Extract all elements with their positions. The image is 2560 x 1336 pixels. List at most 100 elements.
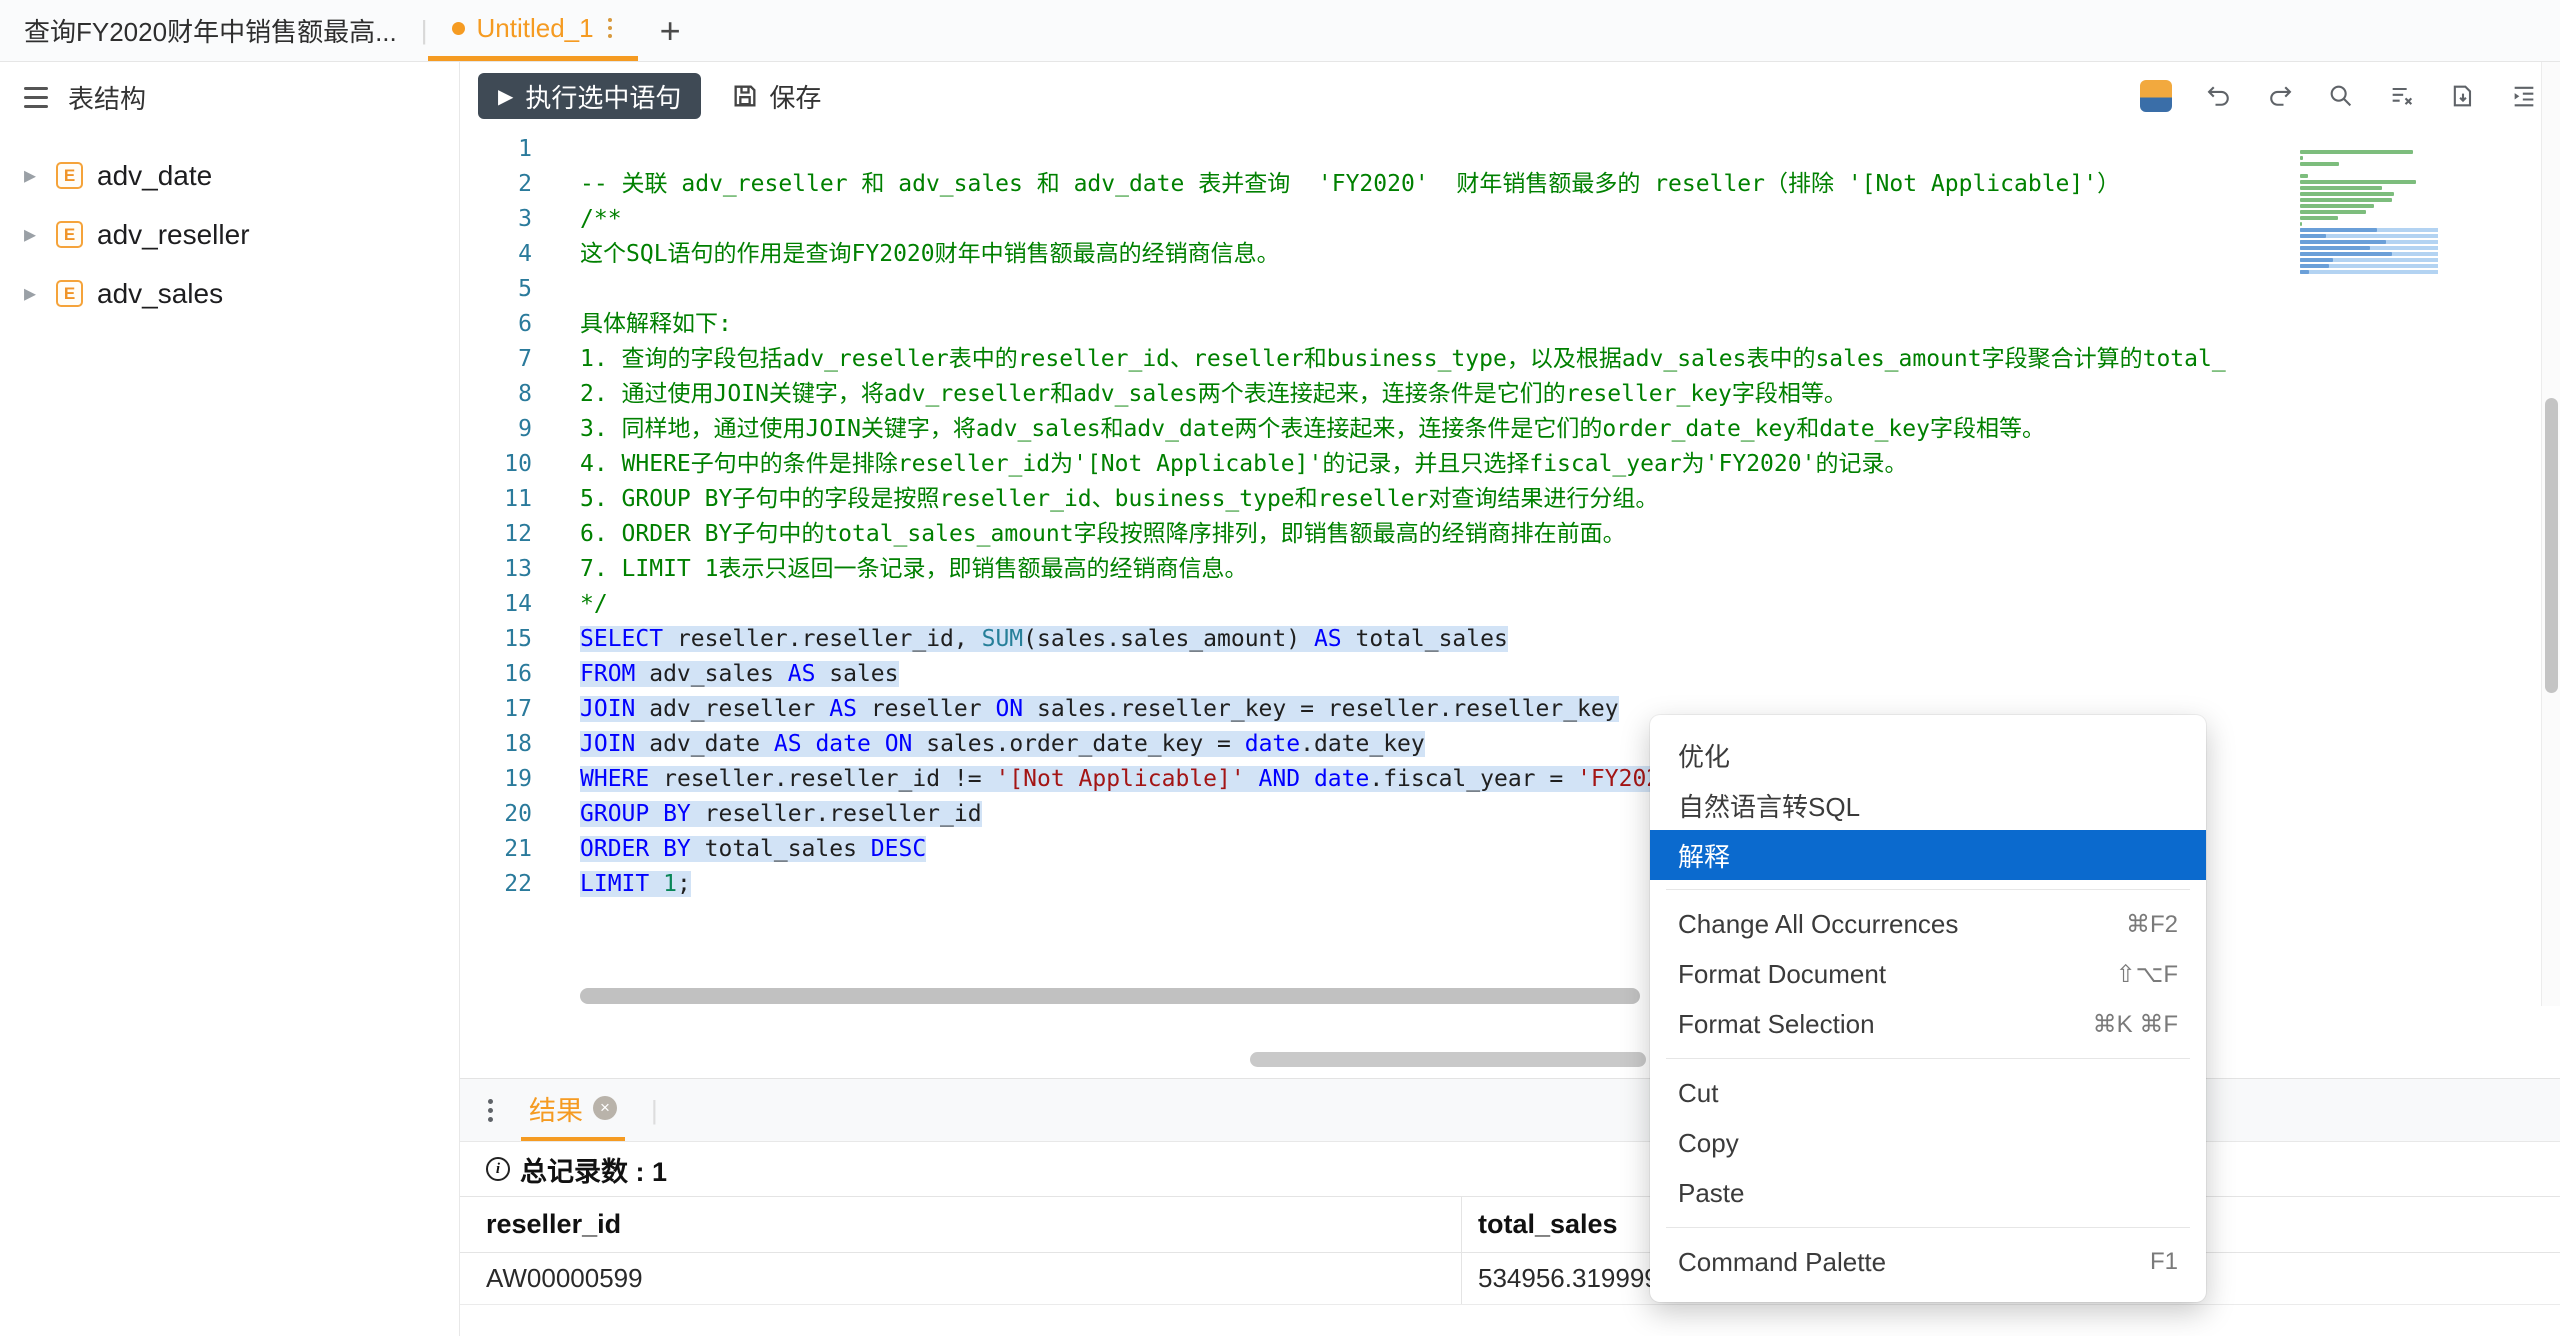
tab-bar: 查询FY2020财年中销售额最高... | Untitled_1 +	[0, 0, 2560, 62]
sidebar-item-adv_date[interactable]: ▸ Eadv_date	[0, 146, 459, 205]
tab-options-icon[interactable]	[606, 18, 614, 38]
minimap-line	[2300, 204, 2438, 208]
editor-line[interactable]: 1. 查询的字段包括adv_reseller表中的reseller_id、res…	[580, 342, 2294, 377]
editor-line[interactable]: -- 关联 adv_reseller 和 adv_sales 和 adv_dat…	[580, 167, 2294, 202]
sidebar-item-adv_reseller[interactable]: ▸ Eadv_reseller	[0, 205, 459, 264]
minimap-line-bar	[2300, 204, 2374, 208]
editor-line[interactable]: 2. 通过使用JOIN关键字，将adv_reseller和adv_sales两个…	[580, 377, 2294, 412]
editor-line[interactable]: /**	[580, 202, 2294, 237]
minimap[interactable]	[2300, 144, 2438, 276]
tab-query-fy2020[interactable]: 查询FY2020财年中销售额最高...	[0, 0, 421, 61]
sql-editor[interactable]: 1 2 3 4 5 6 7 8 9 10 11 12 13 14 15 16 17 18 19 20 21 22 -- 关…	[460, 130, 2560, 986]
menu-item-1[interactable]: 自然语言转SQL	[1650, 780, 2206, 830]
clear-format-icon[interactable]	[2388, 82, 2416, 110]
table-list: ▸ Eadv_date ▸ Eadv_reseller ▸ Eadv_sales	[0, 132, 459, 323]
tab-label: 查询FY2020财年中销售额最高...	[24, 17, 397, 47]
horizontal-scrollbar-thumb[interactable]	[580, 988, 1640, 1004]
line-content: GROUP BY reseller.reseller_id	[580, 801, 982, 827]
chevron-right-icon[interactable]: ▸	[18, 161, 42, 190]
redo-icon[interactable]	[2266, 82, 2294, 110]
line-number: 11	[504, 486, 532, 512]
menu-item-9[interactable]: Copy	[1650, 1118, 2206, 1168]
chevron-right-icon[interactable]: ▸	[18, 279, 42, 308]
menu-item-5[interactable]: Format Document ⇧⌥F	[1650, 949, 2206, 999]
minimap-line	[2300, 150, 2438, 154]
editor-line[interactable]: SELECT reseller.reseller_id, SUM(sales.s…	[580, 622, 2294, 657]
editor-line[interactable]	[580, 272, 2294, 307]
minimap-line	[2300, 192, 2438, 196]
context-menu: 优化 自然语言转SQL 解释 Change All Occurrences ⌘F2 For…	[1650, 715, 2206, 1302]
toolbar-right-icons	[2140, 80, 2560, 112]
horizontal-scrollbar[interactable]	[460, 986, 2540, 1006]
line-number: 22	[504, 871, 532, 897]
editor-line[interactable]: 4. WHERE子句中的条件是排除reseller_id为'[Not Appli…	[580, 447, 2294, 482]
minimap-line-bar	[2300, 192, 2395, 196]
editor-line[interactable]: 7. LIMIT 1表示只返回一条记录，即销售额最高的经销商信息。	[580, 552, 2294, 587]
execute-selected-button[interactable]: ▶ 执行选中语句	[478, 73, 702, 119]
results-header: 结果 × |	[460, 1078, 2560, 1142]
table-name: adv_sales	[97, 277, 224, 309]
chevron-right-icon[interactable]: ▸	[18, 220, 42, 249]
line-content: */	[580, 591, 608, 617]
user-avatar[interactable]	[2140, 80, 2172, 112]
minimap-line	[2300, 258, 2438, 262]
line-content: 具体解释如下:	[580, 311, 732, 337]
results-tab[interactable]: 结果 ×	[521, 1079, 625, 1141]
close-results-icon[interactable]: ×	[593, 1096, 617, 1120]
editor-line[interactable]: 这个SQL语句的作用是查询FY2020财年中销售额最高的经销商信息。	[580, 237, 2294, 272]
editor-line[interactable]: 5. GROUP BY子句中的字段是按照reseller_id、business…	[580, 482, 2294, 517]
menu-item-2[interactable]: 解释	[1650, 830, 2206, 880]
save-label: 保存	[769, 82, 822, 113]
editor-line[interactable]: FROM adv_sales AS sales	[580, 657, 2294, 692]
menu-item-4[interactable]: Change All Occurrences ⌘F2	[1650, 899, 2206, 949]
minimap-line	[2300, 180, 2438, 184]
vertical-scrollbar-thumb[interactable]	[2545, 398, 2558, 693]
search-icon[interactable]	[2327, 82, 2355, 110]
menu-item-10[interactable]: Paste	[1650, 1168, 2206, 1218]
editor-line[interactable]	[580, 132, 2294, 167]
line-content: JOIN adv_date AS date ON sales.order_dat…	[580, 731, 1425, 757]
results-menu-icon[interactable]	[486, 1098, 495, 1122]
hamburger-icon[interactable]	[24, 86, 48, 108]
line-content: /**	[580, 206, 622, 232]
undo-icon[interactable]	[2205, 82, 2233, 110]
menu-item-8[interactable]: Cut	[1650, 1068, 2206, 1118]
minimap-line	[2300, 264, 2438, 268]
new-tab-button[interactable]: +	[660, 12, 681, 49]
minimap-line	[2300, 198, 2438, 202]
menu-item-6[interactable]: Format Selection ⌘K ⌘F	[1650, 999, 2206, 1049]
table-name: adv_date	[97, 159, 213, 191]
editor-line[interactable]: 3. 同样地，通过使用JOIN关键字，将adv_sales和adv_date两个…	[580, 412, 2294, 447]
tab-separator: |	[420, 15, 428, 45]
table-row[interactable]: AW00000599 534956.319999	[460, 1253, 2560, 1305]
line-number: 9	[518, 416, 532, 442]
menu-item-0[interactable]: 优化	[1650, 730, 2206, 780]
save-button[interactable]: 保存	[731, 78, 821, 115]
minimap-line	[2300, 246, 2438, 250]
editor-line[interactable]: */	[580, 587, 2294, 622]
editor-line[interactable]: 具体解释如下:	[580, 307, 2294, 342]
export-script-icon[interactable]	[2449, 82, 2477, 110]
vertical-scrollbar[interactable]	[2541, 62, 2560, 1006]
results-tab-separator: |	[651, 1094, 658, 1125]
save-icon	[731, 82, 759, 110]
line-number: 18	[504, 731, 532, 757]
main-area: ▶ 执行选中语句 保存 1 2 3 4 5 6 7 8 9 10 11 12 1…	[460, 62, 2560, 1336]
editor-line[interactable]: 6. ORDER BY子句中的total_sales_amount字段按照降序排…	[580, 517, 2294, 552]
minimap-line-bar	[2300, 222, 2303, 226]
minimap-line-bar	[2300, 174, 2309, 178]
tab-untitled-1[interactable]: Untitled_1	[427, 0, 638, 61]
menu-item-12[interactable]: Command Palette F1	[1650, 1237, 2206, 1287]
minimap-line-bar	[2300, 252, 2392, 256]
minimap-line	[2300, 252, 2438, 256]
line-number: 3	[518, 206, 532, 232]
line-number: 20	[504, 801, 532, 827]
minimap-line	[2300, 144, 2438, 148]
minimap-line-bar	[2300, 228, 2378, 232]
indent-icon[interactable]	[2510, 82, 2538, 110]
results-horizontal-scrollbar-thumb[interactable]	[1250, 1052, 1646, 1067]
column-header-reseller_id[interactable]: reseller_id	[460, 1197, 1462, 1252]
sidebar-item-adv_sales[interactable]: ▸ Eadv_sales	[0, 264, 459, 323]
sidebar-title: 表结构	[68, 83, 147, 114]
line-number: 6	[518, 311, 532, 337]
